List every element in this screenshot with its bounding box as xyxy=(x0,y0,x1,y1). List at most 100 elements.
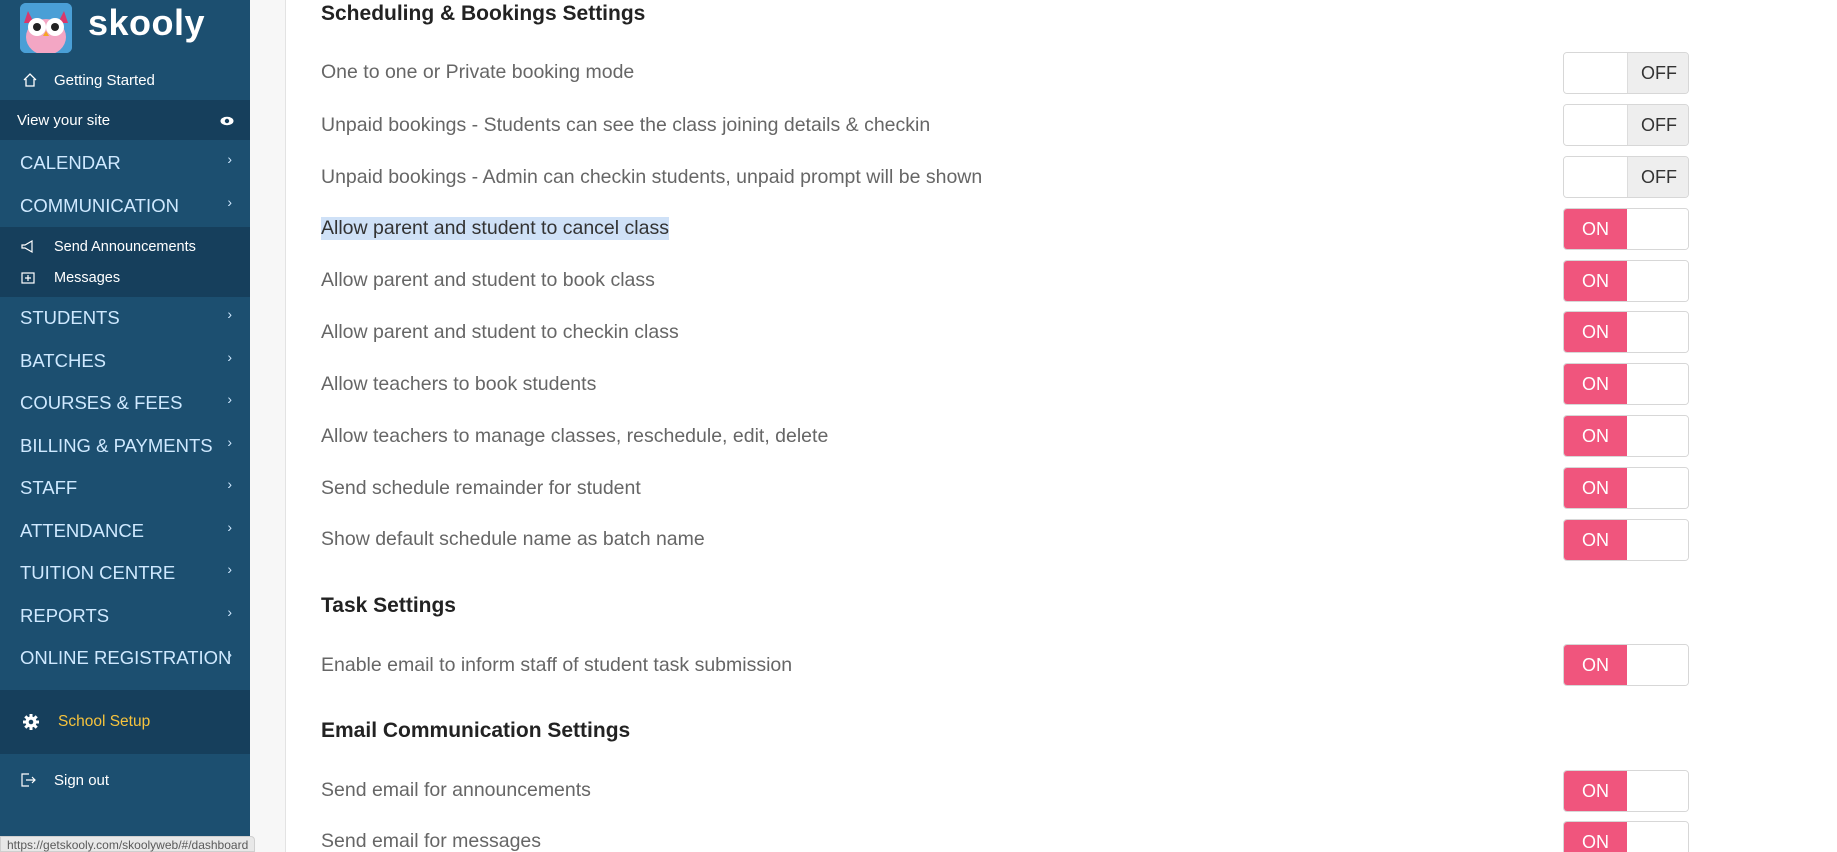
toggle-on-part xyxy=(1564,105,1627,145)
toggle-state-label: ON xyxy=(1564,416,1627,456)
toggle-state-label: ON xyxy=(1564,364,1627,404)
toggle-off-part xyxy=(1627,261,1688,301)
nav-batches-label: BATCHES xyxy=(20,349,107,371)
gear-icon xyxy=(22,713,40,731)
toggle-off-part xyxy=(1627,364,1688,404)
email-section-title: Email Communication Settings xyxy=(321,719,631,742)
nav-courses-fees-label: COURSES & FEES xyxy=(20,392,183,414)
toggle-state-label: ON xyxy=(1564,822,1627,852)
view-your-site-link[interactable]: View your site xyxy=(0,100,250,140)
nav-reports-label: REPORTS xyxy=(20,604,110,626)
toggle-state-label: ON xyxy=(1564,645,1627,685)
sidebar: skooly Getting Started View your site CA… xyxy=(0,0,250,852)
nav-online-registration[interactable]: ONLINE REGISTRATION › xyxy=(0,637,250,680)
sign-out-label: Sign out xyxy=(54,771,110,789)
eye-icon xyxy=(220,113,234,130)
nav-tuition-centre-label: TUITION CENTRE xyxy=(20,562,176,584)
nav-communication-label: COMMUNICATION xyxy=(20,194,179,216)
setting-toggle[interactable]: ON xyxy=(1563,770,1689,812)
setting-toggle[interactable]: OFF xyxy=(1563,104,1689,146)
send-announcements-link[interactable]: Send Announcements xyxy=(0,231,250,262)
chevron-right-icon: › xyxy=(227,603,232,620)
nav-batches[interactable]: BATCHES › xyxy=(0,340,250,383)
logo-row: skooly xyxy=(0,0,250,60)
nav-billing-payments[interactable]: BILLING & PAYMENTS › xyxy=(0,425,250,468)
setting-label: Send email for announcements xyxy=(321,779,591,801)
send-announcements-label: Send Announcements xyxy=(54,238,196,255)
setting-toggle[interactable]: OFF xyxy=(1563,156,1689,198)
nav-students[interactable]: STUDENTS › xyxy=(0,297,250,340)
toggle-off-part xyxy=(1627,822,1688,852)
chevron-right-icon: › xyxy=(227,646,232,662)
chevron-right-icon: › xyxy=(227,151,232,167)
setting-label: Send email for messages xyxy=(321,830,542,852)
school-setup-label: School Setup xyxy=(58,713,151,730)
setting-toggle[interactable]: ON xyxy=(1563,519,1689,561)
messages-link[interactable]: Messages xyxy=(0,262,250,293)
toggle-off-part xyxy=(1627,416,1688,456)
toggle-on-part xyxy=(1564,53,1627,93)
scheduling-section-title: Scheduling & Bookings Settings xyxy=(321,2,646,25)
setting-label: Allow parent and student to cancel class xyxy=(321,217,669,240)
setting-label: Allow teachers to manage classes, resche… xyxy=(321,425,829,447)
setting-toggle[interactable]: ON xyxy=(1563,644,1689,686)
nav-staff[interactable]: STAFF › xyxy=(0,467,250,510)
task-section-title: Task Settings xyxy=(321,594,456,617)
setting-toggle[interactable]: ON xyxy=(1563,415,1689,457)
toggle-off-part xyxy=(1627,520,1688,560)
toggle-off-part xyxy=(1627,312,1688,352)
chevron-right-icon: › xyxy=(227,476,232,492)
setting-toggle[interactable]: OFF xyxy=(1563,52,1689,94)
toggle-off-part xyxy=(1627,771,1688,811)
settings-panel: Scheduling & Bookings Settings One to on… xyxy=(321,0,1721,852)
setting-label: Unpaid bookings - Admin can checkin stud… xyxy=(321,166,983,188)
message-box-icon xyxy=(20,271,38,285)
setting-label: Allow parent and student to checkin clas… xyxy=(321,321,679,343)
status-bar-url: https://getskooly.com/skoolyweb/#/dashbo… xyxy=(0,836,256,852)
setting-toggle[interactable]: ON xyxy=(1563,260,1689,302)
chevron-right-icon: › xyxy=(227,433,232,450)
chevron-right-icon: › xyxy=(227,193,232,210)
toggle-on-part xyxy=(1564,157,1627,197)
setting-toggle[interactable]: ON xyxy=(1563,208,1689,250)
sign-out-link[interactable]: Sign out xyxy=(0,760,250,800)
school-setup-link[interactable]: School Setup xyxy=(0,690,250,754)
nav-staff-label: STAFF xyxy=(20,477,78,499)
nav-calendar-label: CALENDAR xyxy=(20,152,121,174)
megaphone-icon xyxy=(20,239,38,254)
brand-name[interactable]: skooly xyxy=(88,2,205,44)
messages-label: Messages xyxy=(54,269,121,286)
setting-toggle[interactable]: ON xyxy=(1563,311,1689,353)
toggle-state-label: OFF xyxy=(1627,105,1688,145)
setting-label: Enable email to inform staff of student … xyxy=(321,654,793,676)
setting-toggle[interactable]: ON xyxy=(1563,467,1689,509)
nav-students-label: STUDENTS xyxy=(20,307,120,329)
chevron-right-icon: › xyxy=(227,518,232,535)
setting-label: Show default schedule name as batch name xyxy=(321,528,705,550)
getting-started-link[interactable]: Getting Started xyxy=(0,60,250,100)
nav-courses-fees[interactable]: COURSES & FEES › xyxy=(0,382,250,425)
setting-label: Send schedule remainder for student xyxy=(321,477,641,499)
chevron-right-icon: › xyxy=(227,306,232,322)
sign-out-icon xyxy=(20,772,36,788)
chevron-right-icon: › xyxy=(227,348,232,365)
nav-attendance[interactable]: ATTENDANCE › xyxy=(0,510,250,553)
nav-tuition-centre[interactable]: TUITION CENTRE › xyxy=(0,552,250,595)
chevron-right-icon: › xyxy=(227,561,232,577)
nav-billing-payments-label: BILLING & PAYMENTS xyxy=(20,434,213,456)
communication-submenu: Send Announcements Messages xyxy=(0,227,250,297)
nav-calendar[interactable]: CALENDAR › xyxy=(0,142,250,185)
nav-reports[interactable]: REPORTS › xyxy=(0,595,250,638)
setting-label: Allow teachers to book students xyxy=(321,373,597,395)
toggle-state-label: OFF xyxy=(1627,157,1688,197)
nav-communication[interactable]: COMMUNICATION › xyxy=(0,185,250,228)
setting-toggle[interactable]: ON xyxy=(1563,821,1689,852)
toggle-off-part xyxy=(1627,209,1688,249)
setting-toggle[interactable]: ON xyxy=(1563,363,1689,405)
home-icon xyxy=(20,70,40,90)
nav-attendance-label: ATTENDANCE xyxy=(20,519,145,541)
skooly-owl-logo[interactable] xyxy=(20,3,72,53)
view-site-label: View your site xyxy=(17,111,111,129)
toggle-state-label: ON xyxy=(1564,261,1627,301)
toggle-state-label: ON xyxy=(1564,520,1627,560)
